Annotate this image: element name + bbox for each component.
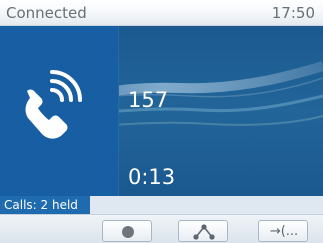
conference-button[interactable] xyxy=(178,220,228,242)
calls-held-label: Calls: 2 held xyxy=(0,196,90,214)
calls-status-bar: Calls: 2 held xyxy=(0,196,323,214)
transfer-call-icon: →(... xyxy=(269,224,299,239)
active-call-panel[interactable]: 157 0:13 xyxy=(0,26,323,196)
ringing-phone-icon xyxy=(25,70,82,139)
conference-icon xyxy=(193,224,215,240)
clock: 17:50 xyxy=(271,4,315,22)
connection-status: Connected xyxy=(6,4,87,22)
panel-divider xyxy=(118,26,119,196)
softkey-bar: →(... xyxy=(0,214,323,243)
status-bar: Connected 17:50 xyxy=(0,0,323,26)
phone-screen: Connected 17:50 157 0:13 Calls: 2 held →… xyxy=(0,0,323,243)
call-number: 157 xyxy=(128,88,169,112)
record-button[interactable] xyxy=(102,220,152,242)
record-dot-icon xyxy=(122,226,134,238)
call-duration: 0:13 xyxy=(128,165,176,189)
transfer-button[interactable]: →(... xyxy=(258,220,308,242)
